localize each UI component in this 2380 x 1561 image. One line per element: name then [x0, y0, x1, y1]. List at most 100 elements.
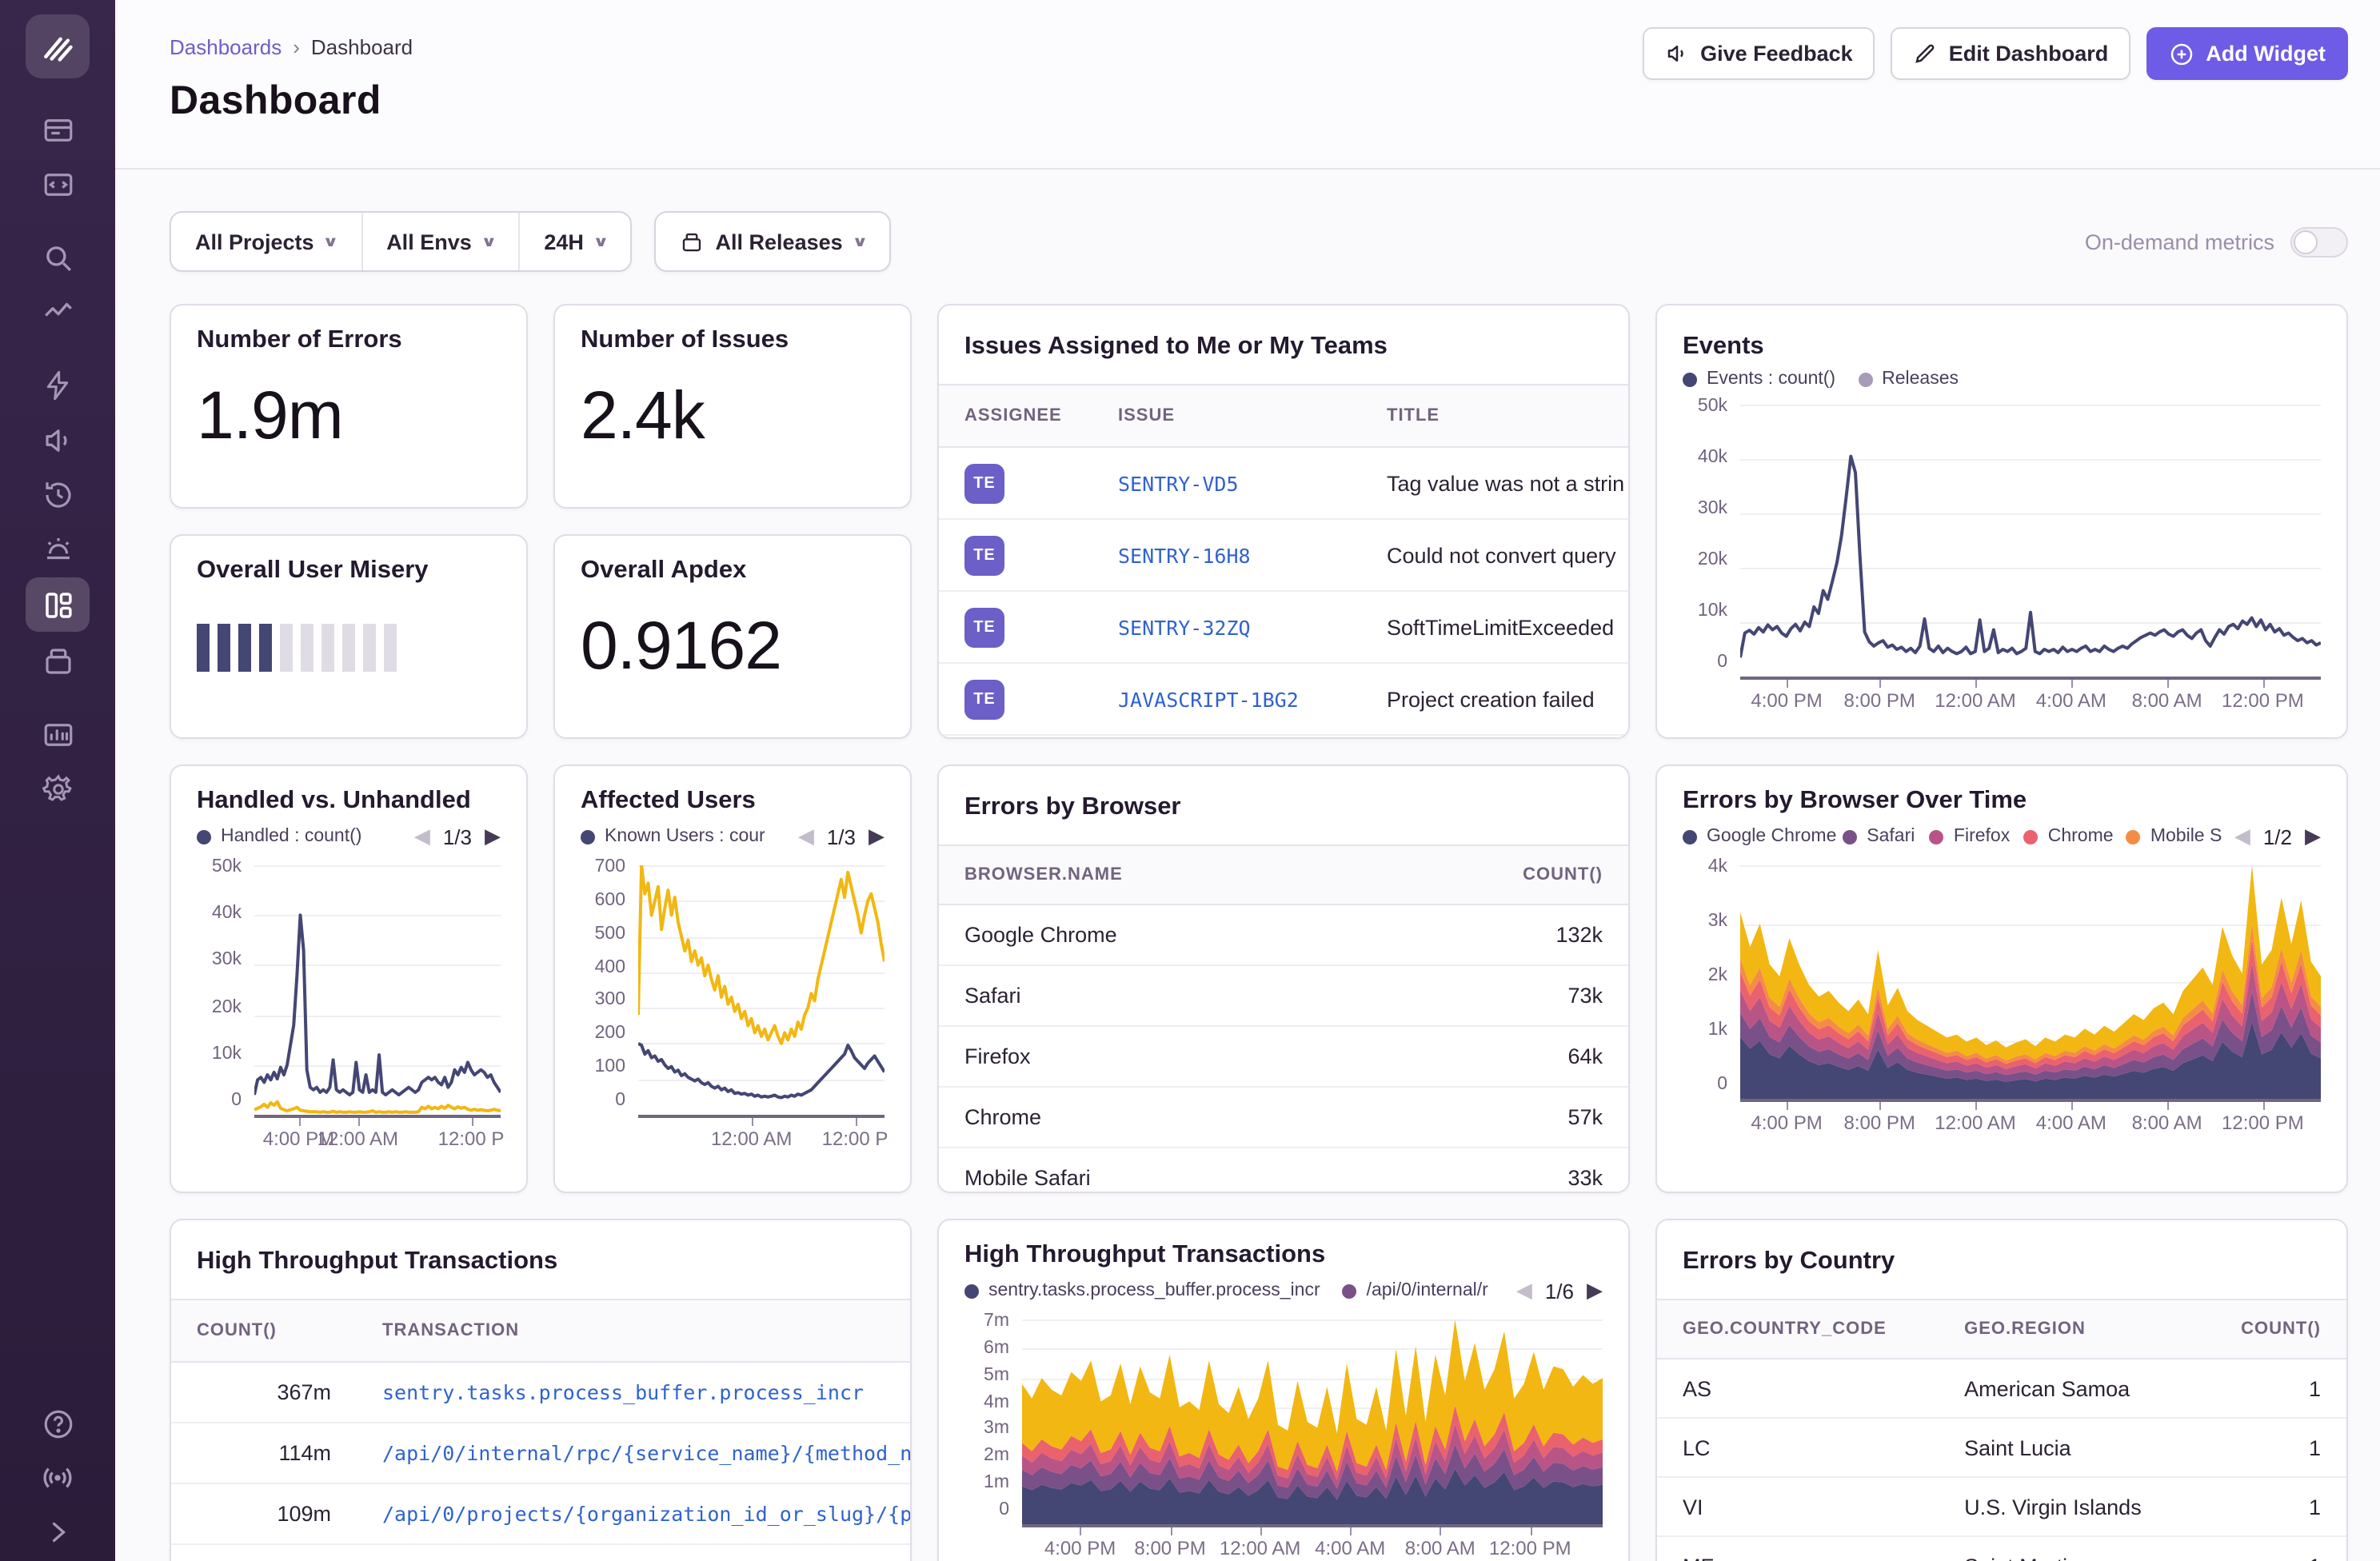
y-axis-tick: 0 — [1717, 1075, 1727, 1094]
transaction-count: 367m — [171, 1380, 357, 1404]
pager-next-icon[interactable]: ▶ — [2305, 824, 2321, 849]
browser-name: Google Chrome — [939, 923, 1436, 947]
ondemand-metrics-toggle[interactable] — [2290, 226, 2348, 257]
legend-item[interactable]: Firefox — [1930, 827, 2002, 846]
table-row: Chrome57k — [939, 1088, 1628, 1148]
sidebar-item-releases[interactable] — [26, 635, 90, 686]
y-axis-tick: 2m — [984, 1446, 1009, 1465]
legend-item[interactable]: Mobile S — [2126, 827, 2212, 846]
widget-high-throughput-chart: High Throughput Transactions sentry.task… — [937, 1219, 1630, 1561]
table-row: 109m/api/0/projects/{organization_id_or_… — [171, 1484, 910, 1545]
broadcasts-icon[interactable] — [26, 1452, 90, 1503]
y-axis-tick: 50k — [212, 857, 242, 876]
dashboard-grid: Number of Errors 1.9m Number of Issues 2… — [170, 304, 2348, 1561]
browser-name: Firefox — [939, 1044, 1436, 1068]
releases-filter[interactable]: All Releases∨ — [655, 211, 892, 272]
pager-page: 1/3 — [443, 824, 472, 848]
sidebar-item-search[interactable] — [26, 232, 90, 283]
y-axis-tick: 10k — [1698, 601, 1727, 621]
pager-prev-icon[interactable]: ◀ — [2234, 824, 2250, 849]
pager-next-icon[interactable]: ▶ — [1587, 1278, 1603, 1303]
transaction-link[interactable]: sentry.tasks.process_buffer.process_incr — [357, 1380, 910, 1404]
widget-issues-assigned: Issues Assigned to Me or My Teams ASSIGN… — [937, 304, 1630, 739]
y-axis-tick: 0 — [999, 1500, 1009, 1519]
legend-item[interactable]: sentry.tasks.process_buffer.process_incr — [964, 1281, 1320, 1300]
sentry-logo-icon[interactable] — [26, 14, 90, 78]
widget-title: High Throughput Transactions — [964, 1241, 1603, 1270]
app: Dashboards › Dashboard Dashboard Give Fe… — [0, 0, 2380, 1561]
issue-title: SoftTimeLimitExceeded — [1361, 615, 1628, 639]
project-filter[interactable]: All Projects∨ — [171, 213, 361, 270]
give-feedback-button[interactable]: Give Feedback — [1643, 27, 1875, 80]
issues-table: ASSIGNEE ISSUE TITLE TESENTRY-VD5Tag val… — [939, 384, 1628, 736]
sidebar-item-feedback[interactable] — [26, 414, 90, 465]
issue-title: Project creation failed — [1361, 687, 1628, 711]
collapse-sidebar-icon[interactable] — [26, 1507, 90, 1558]
add-widget-button[interactable]: Add Widget — [2146, 27, 2348, 80]
help-icon[interactable] — [26, 1398, 90, 1449]
legend-item[interactable]: /api/0/internal/r — [1343, 1281, 1488, 1300]
misery-bar-filled — [218, 624, 230, 672]
legend-item[interactable]: Events : count() — [1683, 369, 1835, 389]
legend-item[interactable]: Known Users : cour — [581, 827, 765, 846]
pager-next-icon[interactable]: ▶ — [869, 824, 885, 849]
pager-prev-icon[interactable]: ◀ — [414, 824, 430, 849]
misery-bar-filled — [259, 624, 272, 672]
breadcrumb-separator: › — [293, 35, 300, 59]
legend-item[interactable]: Google Chrome — [1683, 827, 1820, 846]
sidebar-item-crons[interactable] — [26, 523, 90, 574]
pager-page: 1/3 — [827, 824, 856, 848]
events-line-chart: 50k40k30k20k10k04:00 PM8:00 PM12:00 AM4:… — [1683, 405, 2321, 718]
y-axis-tick: 10k — [212, 1044, 242, 1064]
pager-prev-icon[interactable]: ◀ — [798, 824, 814, 849]
breadcrumb-current: Dashboard — [311, 35, 413, 59]
table-row: Safari73k — [939, 966, 1628, 1027]
ondemand-metrics-label: On-demand metrics — [2085, 230, 2274, 254]
x-axis-tick: 12:00 AM — [1935, 1112, 2015, 1134]
x-axis-tick: 12:00 P — [438, 1128, 505, 1150]
pager-page: 1/2 — [2263, 824, 2292, 848]
sidebar-item-settings[interactable] — [26, 763, 90, 814]
high-throughput-stacked-chart: 7m6m5m4m3m2m1m04:00 PM8:00 PM12:00 AM4:0… — [964, 1319, 1603, 1561]
transaction-link[interactable]: /api/0/internal/rpc/{service_name}/{meth… — [357, 1441, 910, 1465]
sidebar-item-dashboards[interactable] — [26, 577, 90, 632]
y-axis-tick: 300 — [595, 991, 625, 1010]
error-count: 57k — [1436, 1105, 1628, 1129]
sidebar-item-stats[interactable] — [26, 709, 90, 760]
chart-legend: Events : count() Releases — [1683, 369, 2321, 389]
sidebar-item-projects[interactable] — [26, 158, 90, 210]
y-axis-tick: 20k — [1698, 550, 1727, 569]
widget-errors-by-country: Errors by Country GEO.COUNTRY_CODE GEO.R… — [1655, 1219, 2348, 1561]
chart-plot-area — [1740, 865, 2321, 1102]
legend-item[interactable]: Releases — [1858, 369, 1959, 389]
issue-link[interactable]: SENTRY-VD5 — [1092, 471, 1361, 495]
x-axis-tick: 4:00 PM — [1751, 1112, 1822, 1134]
legend-label: Google Chrome — [1707, 827, 1836, 846]
legend-label: Releases — [1882, 369, 1959, 389]
country-code: MF — [1657, 1554, 1939, 1561]
pager-prev-icon[interactable]: ◀ — [1516, 1278, 1532, 1303]
y-axis-tick: 4m — [984, 1392, 1009, 1411]
x-axis-tick: 4:00 PM — [1751, 689, 1822, 712]
transaction-link[interactable]: /api/0/projects/{organization_id_or_slug… — [357, 1502, 910, 1526]
edit-dashboard-button[interactable]: Edit Dashboard — [1891, 27, 2131, 80]
pager-next-icon[interactable]: ▶ — [485, 824, 501, 849]
issue-link[interactable]: JAVASCRIPT-1BG2 — [1092, 687, 1361, 711]
legend-item[interactable]: Safari — [1843, 827, 1907, 846]
legend-label: /api/0/internal/r — [1367, 1281, 1488, 1300]
date-range-filter[interactable]: 24H∨ — [518, 213, 630, 270]
sidebar-item-alerts[interactable] — [26, 360, 90, 411]
sidebar-item-replays[interactable] — [26, 469, 90, 520]
legend-item[interactable]: Handled : count() — [197, 827, 361, 846]
environment-filter[interactable]: All Envs∨ — [361, 213, 518, 270]
issue-link[interactable]: SENTRY-16H8 — [1092, 543, 1361, 567]
x-axis-tick: 12:00 PM — [1489, 1537, 1571, 1559]
issue-link[interactable]: SENTRY-32ZQ — [1092, 615, 1361, 639]
sidebar-item-issues[interactable] — [26, 104, 90, 155]
x-axis-tick: 4:00 AM — [2036, 1112, 2106, 1134]
sidebar-item-performance[interactable] — [26, 286, 90, 337]
y-axis-tick: 3k — [1708, 912, 1727, 931]
breadcrumb-dashboards[interactable]: Dashboards — [170, 35, 282, 59]
widget-title: Errors by Country — [1683, 1248, 2321, 1276]
legend-item[interactable]: Chrome — [2024, 827, 2104, 846]
